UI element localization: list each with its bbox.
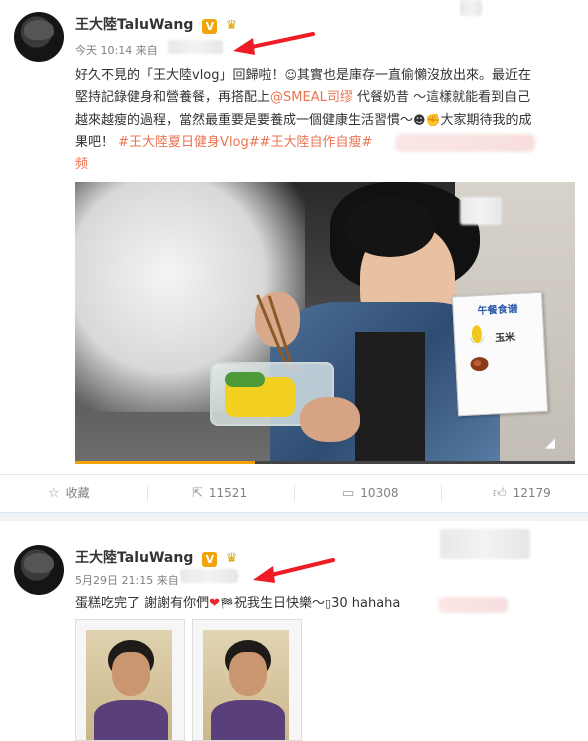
smile-icon: ☻ <box>413 113 426 127</box>
face-icon: ☺ <box>284 68 298 82</box>
favorite-button[interactable]: ☆ 收藏 <box>48 475 90 511</box>
post-divider <box>0 512 588 521</box>
corn-icon <box>466 324 487 353</box>
annotation-arrow-icon <box>253 558 335 583</box>
favorite-label: 收藏 <box>65 486 90 500</box>
comment-count: 10308 <box>360 486 399 500</box>
video-progress-bar[interactable] <box>75 461 575 464</box>
photo-thumbnail[interactable] <box>192 619 302 741</box>
mention-link[interactable]: @SMEAL司缪 <box>270 90 353 105</box>
author-name[interactable]: 王大陸TaluWang <box>75 17 193 33</box>
blurred-source <box>168 40 223 54</box>
blurred-watermark <box>460 197 502 225</box>
repost-count: 11521 <box>208 486 248 500</box>
like-button[interactable]: 👍︎ 12179 <box>493 475 551 511</box>
blurred-emoji <box>438 597 508 613</box>
verified-badge: V <box>202 19 218 34</box>
blurred-corner <box>440 529 530 559</box>
crown-icon: ♛ <box>225 551 238 566</box>
menu-card-item: 玉米 <box>494 332 516 345</box>
post-text-line: 果吧！ <box>75 135 115 150</box>
photo-thumbnail[interactable] <box>75 619 185 741</box>
video-link[interactable]: 频 <box>75 157 88 172</box>
author-name[interactable]: 王大陸TaluWang <box>75 550 193 566</box>
post-text-c: 30 hahaha <box>331 596 401 611</box>
author-row: 王大陸TaluWang V ♛ <box>75 14 241 34</box>
meat-icon <box>468 354 491 379</box>
repost-icon: ⇱ <box>192 486 203 501</box>
flag-icon: 🏁︎ <box>220 597 235 610</box>
comment-button[interactable]: ▭ 10308 <box>342 475 398 511</box>
repost-button[interactable]: ⇱ 11521 <box>192 475 247 511</box>
video-progress-fill <box>75 461 255 464</box>
video-player[interactable]: 午餐食谱 玉米 ◢ <box>75 182 575 464</box>
blurred-corner <box>460 0 482 16</box>
post-text-line: 其實也是庫存一直偷懶沒放出來。最近在 <box>297 68 532 83</box>
post-text-line: 好久不見的「王大陸vlog」回歸啦！ <box>75 68 285 83</box>
post-text-a: 蛋糕吃完了 謝謝有你們 <box>75 596 210 611</box>
muscle-icon: ✊ <box>425 113 441 127</box>
thumbs-up-icon: 👍︎ <box>493 486 507 501</box>
post-text-line: 大家期待我的成 <box>440 113 532 128</box>
lunch-menu-card: 午餐食谱 玉米 <box>451 291 549 417</box>
hashtag-link[interactable]: #王大陸夏日健身Vlog##王大陸自作自瘦# <box>118 135 372 150</box>
annotation-arrow-icon <box>233 32 315 55</box>
post-2: 王大陸TaluWang V ♛ 5月29日 21:15 来自 蛋糕吃完了 謝謝有… <box>0 521 588 741</box>
avatar[interactable] <box>14 12 64 62</box>
post-text-line: 代餐奶昔 ～這樣就能看到自己 <box>352 90 531 105</box>
blurred-source <box>180 569 238 583</box>
verified-badge: V <box>202 552 218 567</box>
comment-icon: ▭ <box>342 486 355 501</box>
post-time[interactable]: 5月29日 21:15 来自 <box>75 572 179 588</box>
like-count: 12179 <box>512 486 551 500</box>
author-row: 王大陸TaluWang V ♛ <box>75 547 241 567</box>
post-text: 好久不見的「王大陸vlog」回歸啦！☺其實也是庫存一直偷懶沒放出來。最近在 堅持… <box>75 64 575 176</box>
avatar[interactable] <box>14 545 64 595</box>
menu-card-title: 午餐食谱 <box>477 304 518 318</box>
post-text-line: 越來越瘦的過程，當然最重要是要養成一個健康生活習慣～ <box>75 113 414 128</box>
star-icon: ☆ <box>48 486 60 501</box>
heart-icon: ❤ <box>209 596 221 611</box>
blurred-link <box>395 134 535 152</box>
mute-icon[interactable]: ◢ <box>545 436 561 452</box>
post-text-line: 堅持記錄健身和營養餐，再搭配上 <box>75 90 271 105</box>
post-1: 王大陸TaluWang V ♛ 今天 10:14 来自 好久不見的「王大陸vlo… <box>0 0 588 512</box>
post-time[interactable]: 今天 10:14 来自 <box>75 42 158 58</box>
post-text-b: 祝我生日快樂～ <box>234 596 326 611</box>
action-bar: ☆ 收藏 ⇱ 11521 ▭ 10308 👍︎ 12179 <box>0 474 588 511</box>
